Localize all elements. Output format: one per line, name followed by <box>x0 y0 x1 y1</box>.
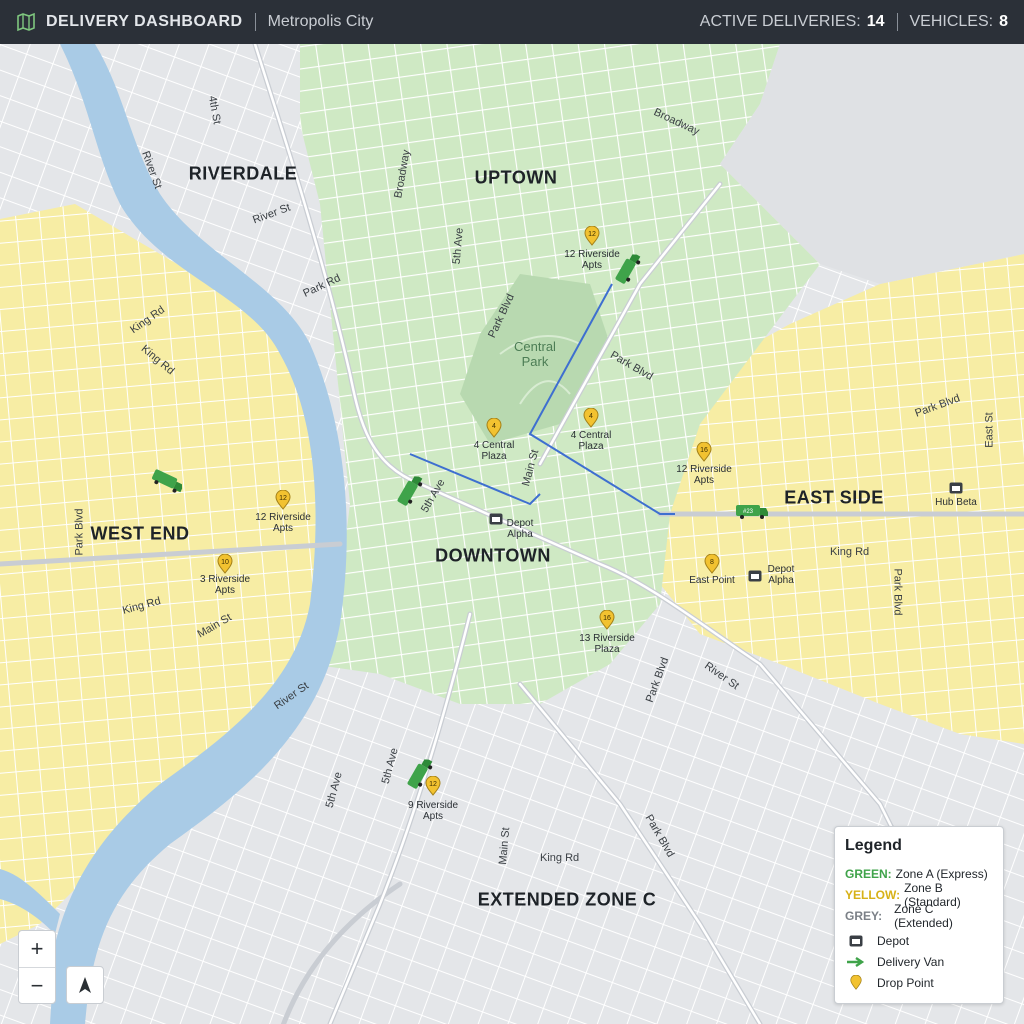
pin-number: 8 <box>710 559 714 566</box>
poi-label: 13 Riverside Plaza <box>579 633 635 655</box>
district-west-end: WEST END <box>90 523 190 544</box>
pin-number: 12 <box>279 495 287 502</box>
legend-drop-label: Drop Point <box>877 975 934 990</box>
street-label: East St <box>983 412 996 448</box>
street-label: King Rd <box>830 546 870 558</box>
street-label: Park Blvd <box>891 568 904 616</box>
zoom-in-button[interactable]: + <box>19 931 55 968</box>
depot-icon[interactable] <box>748 570 762 582</box>
depot-label: Depot Alpha <box>767 564 795 586</box>
city-name: Metropolis City <box>267 13 374 30</box>
pin-number: 16 <box>700 447 708 454</box>
map-icon <box>17 12 35 32</box>
delivery-van[interactable]: #23 <box>735 503 769 519</box>
stats-divider <box>896 13 898 31</box>
app-title: DELIVERY DASHBOARD <box>46 13 243 30</box>
district-downtown: DOWNTOWN <box>435 545 551 566</box>
street-label: King Rd <box>540 852 580 864</box>
depot-icon <box>849 935 863 946</box>
legend-row-drop: Drop Point <box>845 972 993 993</box>
stats: ACTIVE DELIVERIES: 14 VEHICLES: 8 <box>700 13 1008 31</box>
map-legend: Legend GREEN: Zone A (Express) YELLOW: Z… <box>834 826 1004 1004</box>
legend-depot-label: Depot <box>877 933 910 948</box>
legend-key-green: GREEN: <box>845 866 892 881</box>
street-label: Park Blvd <box>73 508 86 556</box>
hub-icon[interactable] <box>949 482 963 494</box>
compass-button[interactable] <box>66 966 104 1004</box>
top-bar: DELIVERY DASHBOARD Metropolis City ACTIV… <box>0 0 1024 44</box>
district-uptown: UPTOWN <box>474 167 558 188</box>
drop-point-pin[interactable]: 10 <box>217 554 233 574</box>
pin-number: 4 <box>589 413 593 420</box>
depot-label: Depot Alpha <box>506 518 534 540</box>
drop-point-pin[interactable]: 16 <box>599 610 615 630</box>
district-east-side: EAST SIDE <box>784 487 884 508</box>
legend-key-yellow: YELLOW: <box>845 887 901 902</box>
legend-row-depot: Depot <box>845 930 993 951</box>
poi-label: East Point <box>689 575 735 586</box>
poi-label: 12 Riverside Apts <box>564 249 620 271</box>
zoom-controls: + − <box>18 930 56 1004</box>
pin-number: 12 <box>429 781 437 788</box>
district-riverdale: RIVERDALE <box>188 163 298 184</box>
poi-label: 4 Central Plaza <box>473 440 515 462</box>
legend-value-grey: Zone C (Extended) <box>894 901 953 930</box>
poi-label: 4 Central Plaza <box>570 430 612 452</box>
pin-number: 4 <box>492 423 496 430</box>
poi-label: 12 Riverside Apts <box>255 512 311 534</box>
poi-label: 12 Riverside Apts <box>676 464 732 486</box>
vehicles-value: 8 <box>999 13 1008 30</box>
legend-row-grey: GREY: Zone C (Extended) <box>845 902 993 930</box>
vehicles-label: VEHICLES: <box>909 13 994 30</box>
zoom-out-button[interactable]: − <box>19 968 55 1004</box>
drop-point-pin[interactable]: 12 <box>584 226 600 246</box>
drop-point-pin[interactable]: 4 <box>486 418 502 438</box>
drop-point-pin[interactable]: 4 <box>583 408 599 428</box>
active-deliveries-label: ACTIVE DELIVERIES: <box>699 13 861 30</box>
van-id: #23 <box>743 509 754 515</box>
pin-number: 10 <box>221 559 229 566</box>
legend-value-green: Zone A (Express) <box>895 866 988 881</box>
district-extended: EXTENDED ZONE C <box>477 889 657 910</box>
depot-icon[interactable] <box>489 513 503 525</box>
pin-number: 16 <box>603 615 611 622</box>
drop-point-pin[interactable]: 16 <box>696 442 712 462</box>
delivery-van-arrow-icon <box>847 956 865 967</box>
poi-label: 3 Riverside Apts <box>199 574 251 596</box>
hub-label: Hub Beta <box>935 497 977 508</box>
legend-van-label: Delivery Van <box>877 954 945 969</box>
drop-pin-icon <box>850 975 862 990</box>
park-label: Central Park <box>514 339 556 369</box>
poi-label: 9 Riverside Apts <box>407 800 459 822</box>
drop-point-pin[interactable]: 12 <box>275 490 291 510</box>
drop-point-pin[interactable]: 12 <box>425 776 441 796</box>
delivery-dashboard: DELIVERY DASHBOARD Metropolis City ACTIV… <box>0 0 1024 1024</box>
active-deliveries-value: 14 <box>866 13 885 30</box>
compass-arrow-icon <box>79 977 91 993</box>
legend-key-grey: GREY: <box>845 908 883 923</box>
pin-number: 12 <box>588 231 596 238</box>
header-divider <box>254 13 256 31</box>
legend-row-van: Delivery Van <box>845 951 993 972</box>
legend-title: Legend <box>845 837 902 854</box>
drop-point-pin[interactable]: 8 <box>704 554 720 574</box>
